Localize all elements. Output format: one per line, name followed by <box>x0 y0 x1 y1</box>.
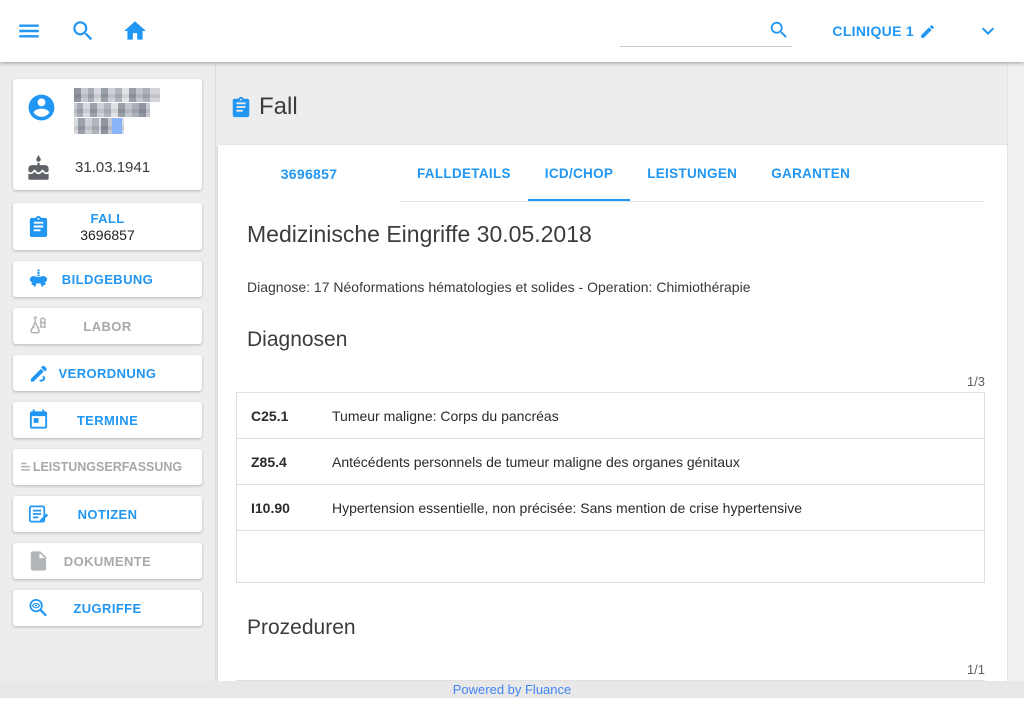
sidebar-item-label: VERORDNUNG <box>59 366 157 381</box>
diagnosis-text: Hypertension essentielle, non précisée: … <box>332 500 802 516</box>
service-entry-icon <box>19 461 32 474</box>
notes-icon <box>27 503 50 526</box>
diagnosis-text: Antécédents personnels de tumeur maligne… <box>332 454 740 470</box>
global-search-field <box>620 15 792 47</box>
sidebar-item-bildgebung[interactable]: BILDGEBUNG <box>13 261 202 297</box>
diagnosen-pagination[interactable]: 1/3 <box>247 374 985 389</box>
clipboard-icon <box>27 215 50 238</box>
page-title-row: Fall <box>230 93 298 121</box>
sidebar-item-label: BILDGEBUNG <box>62 272 153 287</box>
tab-garanten[interactable]: GARANTEN <box>754 145 867 201</box>
clipboard-icon <box>230 96 252 118</box>
lab-flask-icon <box>27 315 50 338</box>
access-eye-magnifier-icon <box>27 597 50 620</box>
table-row-empty <box>237 531 984 583</box>
calendar-icon <box>27 409 50 432</box>
birthday-cake-icon <box>25 155 52 182</box>
patient-card[interactable]: 31.03.1941 <box>13 79 202 190</box>
diagnosis-code: I10.90 <box>237 500 332 516</box>
sidebar-item-fall[interactable]: FALL 3696857 <box>13 203 202 250</box>
sidebar-item-termine[interactable]: TERMINE <box>13 402 202 438</box>
scrollbar[interactable] <box>1007 62 1024 698</box>
tab-falldetails[interactable]: FALLDETAILS <box>400 145 528 201</box>
search-input[interactable] <box>620 15 760 43</box>
table-row[interactable]: Z85.4 Antécédents personnels de tumeur m… <box>237 439 984 485</box>
diagnosen-title: Diagnosen <box>247 328 985 352</box>
search-icon[interactable] <box>70 18 96 44</box>
tab-case-number[interactable]: 3696857 <box>218 145 400 202</box>
case-panel: 3696857 FALLDETAILS ICD/CHOP LEISTUNGEN … <box>218 145 1007 682</box>
diagnosis-code: C25.1 <box>237 408 332 424</box>
sidebar-item-notizen[interactable]: NOTIZEN <box>13 496 202 532</box>
pelvis-xray-icon <box>27 268 50 291</box>
clinic-label: CLINIQUE 1 <box>832 23 914 39</box>
sidebar-item-dokumente: DOKUMENTE <box>13 543 202 579</box>
diagnosis-text: Tumeur maligne: Corps du pancréas <box>332 408 559 424</box>
tabs-group: FALLDETAILS ICD/CHOP LEISTUNGEN GARANTEN <box>400 145 985 202</box>
sidebar-item-label: ZUGRIFFE <box>73 601 141 616</box>
sidebar-item-label: DOKUMENTE <box>64 554 151 569</box>
diagnosis-summary: Diagnose: 17 Néoformations hématologies … <box>247 279 985 295</box>
person-icon <box>26 92 57 123</box>
sidebar: 31.03.1941 FALL 3696857 BILDGEBUNG LABOR <box>13 79 202 637</box>
sidebar-item-label: NOTIZEN <box>78 507 138 522</box>
edit-pencil-icon <box>919 23 936 40</box>
home-icon[interactable] <box>122 18 148 44</box>
patient-name-redacted <box>74 88 162 135</box>
sidebar-item-zugriffe[interactable]: ZUGRIFFE <box>13 590 202 626</box>
search-submit-icon[interactable] <box>768 19 790 41</box>
sidebar-item-label: LEISTUNGSERFASSUNG <box>33 460 182 474</box>
sidebar-item-verordnung[interactable]: VERORDNUNG <box>13 355 202 391</box>
diagnosen-table: C25.1 Tumeur maligne: Corps du pancréas … <box>236 392 985 583</box>
page-title: Fall <box>259 93 298 121</box>
prescription-pen-icon <box>27 362 50 385</box>
sidebar-item-label: TERMINE <box>77 413 138 428</box>
menu-icon[interactable] <box>16 18 42 44</box>
sidebar-item-labor: LABOR <box>13 308 202 344</box>
chevron-down-icon[interactable] <box>976 19 1000 43</box>
clinic-selector[interactable]: CLINIQUE 1 <box>832 23 936 40</box>
prozeduren-title: Prozeduren <box>247 616 985 640</box>
table-row[interactable]: I10.90 Hypertension essentielle, non pré… <box>237 485 984 531</box>
section-heading: Medizinische Eingriffe 30.05.2018 <box>247 221 985 248</box>
tab-bar: 3696857 FALLDETAILS ICD/CHOP LEISTUNGEN … <box>218 145 1007 202</box>
top-toolbar: CLINIQUE 1 <box>0 0 1024 62</box>
footer-bar: Powered by Fluance <box>0 681 1024 698</box>
document-icon <box>27 550 50 573</box>
sidebar-case-number: 3696857 <box>80 227 135 243</box>
sidebar-item-leistungserfassung: LEISTUNGSERFASSUNG <box>13 449 202 485</box>
diagnosis-code: Z85.4 <box>237 454 332 470</box>
tab-leistungen[interactable]: LEISTUNGEN <box>630 145 754 201</box>
prozeduren-pagination[interactable]: 1/1 <box>247 662 985 677</box>
sidebar-divider <box>215 62 216 701</box>
tab-icd-chop[interactable]: ICD/CHOP <box>528 145 630 201</box>
table-row[interactable]: C25.1 Tumeur maligne: Corps du pancréas <box>237 393 984 439</box>
diagnosen-rows: C25.1 Tumeur maligne: Corps du pancréas … <box>237 393 984 531</box>
powered-by-link[interactable]: Powered by Fluance <box>453 682 572 697</box>
sidebar-item-label: FALL <box>90 211 124 226</box>
patient-birthdate: 31.03.1941 <box>75 159 150 176</box>
sidebar-item-label: LABOR <box>83 319 131 334</box>
